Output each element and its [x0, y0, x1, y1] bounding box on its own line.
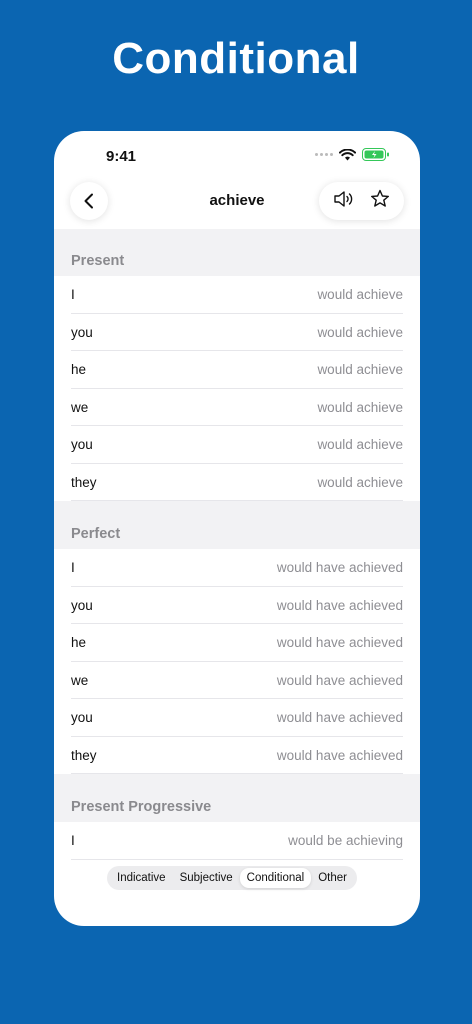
table-row: you would achieve [54, 313, 420, 351]
verb-form: would have achieved [276, 710, 403, 725]
table-row: you would have achieved [54, 699, 420, 737]
section-title: Present Progressive [71, 799, 212, 815]
table-row: we would achieve [54, 388, 420, 426]
table-row: you would have achieved [54, 586, 420, 624]
section-header: Present [54, 229, 420, 276]
speaker-icon [334, 190, 353, 207]
battery-icon [362, 148, 389, 161]
pronoun: I [71, 287, 75, 302]
star-icon [371, 189, 390, 207]
verb-form: would achieve [317, 474, 403, 490]
mood-segmented-control: Indicative Subjective Conditional Other [107, 866, 357, 890]
verb-form: would have achieved [276, 672, 403, 688]
verb-form: would be achieving [288, 833, 403, 848]
status-bar: 9:41 [54, 131, 420, 175]
verb-form: would achieve [317, 437, 403, 452]
table-row: they would achieve [54, 463, 420, 501]
verb-form: would achieve [317, 324, 403, 340]
pronoun: he [71, 362, 87, 377]
table-row: Iwould achieve [54, 276, 420, 314]
pronoun: I [71, 560, 75, 575]
table-row: he would achieve [54, 351, 420, 389]
tab-indicative[interactable]: Indicative [110, 868, 173, 888]
tab-other[interactable]: Other [311, 868, 354, 888]
signal-icon [315, 153, 333, 156]
section-title: Perfect [71, 526, 121, 542]
verb-form: would achieve [317, 362, 403, 377]
tab-subjective[interactable]: Subjective [173, 868, 240, 888]
pronoun: they [71, 747, 97, 763]
tab-conditional[interactable]: Conditional [239, 868, 312, 888]
section-header: Perfect [54, 501, 420, 549]
table-row: they would have achieved [54, 736, 420, 774]
table-row: you would achieve [54, 426, 420, 464]
section-header: Present Progressive [54, 774, 420, 822]
favorite-button[interactable] [370, 189, 390, 213]
table-row: he would have achieved [54, 624, 420, 662]
pronoun: we [71, 399, 89, 415]
verb-form: would have achieved [276, 635, 403, 650]
status-time: 9:41 [106, 148, 137, 165]
promo-title: Conditional [112, 34, 360, 83]
pronoun: you [71, 437, 93, 452]
pronoun: you [71, 324, 93, 340]
pronoun: you [71, 710, 93, 725]
pronoun: you [71, 597, 93, 613]
pronoun: we [71, 672, 89, 688]
verb-form: would have achieved [276, 747, 403, 763]
verb-form: would achieve [317, 399, 403, 415]
pronoun: I [71, 833, 75, 848]
wifi-icon [339, 148, 356, 160]
section-title: Present [71, 253, 125, 269]
pronoun: he [71, 635, 87, 650]
verb-form: would achieve [317, 287, 403, 302]
table-row: Iwould be achieving [54, 822, 420, 860]
phone-screen: 9:41 achieve Present I would achieve you… [54, 131, 420, 926]
table-row: we would have achieved [54, 661, 420, 699]
table-row: Iwould have achieved [54, 549, 420, 587]
conjugation-list[interactable]: Present Iwould achieve you would achieve … [54, 229, 420, 926]
verb-form: would have achieved [276, 597, 403, 613]
verb-form: would have achieved [276, 560, 403, 575]
action-group [319, 182, 404, 220]
speaker-button[interactable] [333, 190, 355, 213]
nav-bar: achieve [54, 175, 420, 229]
pronoun: they [71, 474, 97, 490]
status-icons [315, 148, 390, 161]
